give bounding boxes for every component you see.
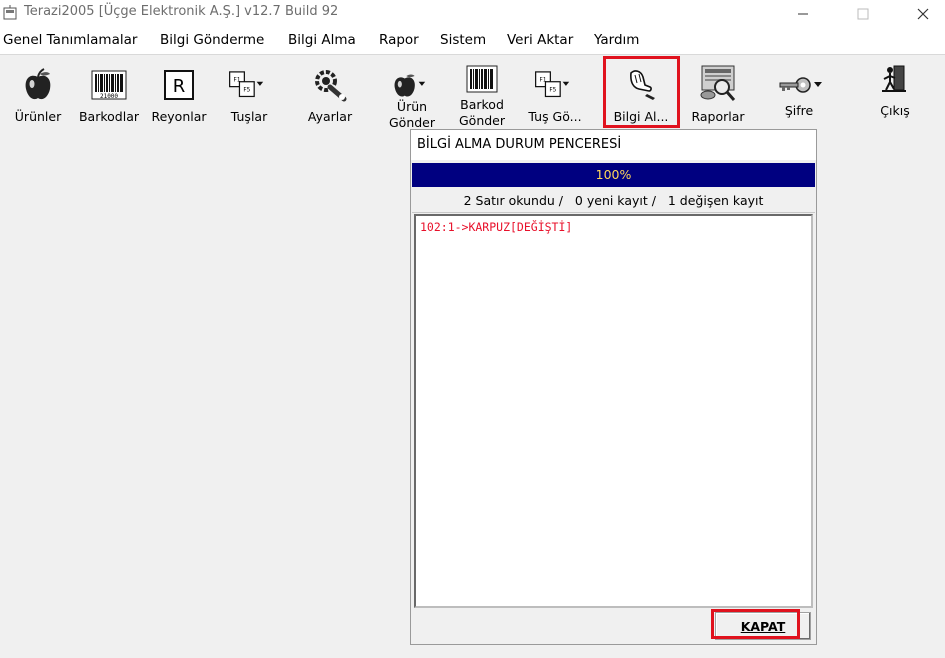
urun-gonder-label-1: Ürün [396, 99, 428, 114]
barkodlar-button[interactable]: 21000 Barkodlar [76, 57, 142, 131]
settings-icon [315, 70, 347, 102]
svg-text:F5: F5 [244, 88, 251, 94]
svg-text:F5: F5 [550, 88, 557, 94]
dialog-title-bar: BİLGİ ALMA DURUM PENCERESİ [411, 130, 816, 160]
log-list: 102:1->KARPUZ[DEĞİŞTİ] [414, 214, 813, 608]
menu-bilgi-alma[interactable]: Bilgi Alma [288, 32, 356, 48]
menu-bar: Genel Tanımlamalar Bilgi Gönderme Bilgi … [0, 28, 945, 55]
bilgi-al-button[interactable]: Bilgi Al... [603, 57, 679, 131]
tuslar-button[interactable]: F1 F5 Tuşlar [217, 57, 281, 131]
menu-veri-aktar[interactable]: Veri Aktar [507, 32, 573, 48]
report-icon [700, 65, 736, 101]
barcode-icon: 21000 [91, 70, 127, 100]
urun-gonder-label-2: Gönder [388, 115, 436, 130]
tus-gonder-button[interactable]: F1 F5 Tuş Gö... [520, 57, 590, 131]
menu-rapor[interactable]: Rapor [379, 32, 419, 48]
exit-icon [882, 65, 906, 92]
minimize-icon [798, 13, 808, 15]
sifre-label: Şifre [784, 103, 814, 118]
close-icon [917, 8, 929, 20]
toolbar: Ürünler 21000 Barkodlar R Reyonlar F1 F5… [0, 55, 945, 133]
tus-gonder-label: Tuş Gö... [528, 109, 582, 124]
reyon-glyph: R [173, 76, 186, 97]
barcode-number: 21000 [100, 93, 118, 100]
urun-gonder-button[interactable]: Ürün Gönder [380, 57, 444, 131]
dialog-title: BİLGİ ALMA DURUM PENCERESİ [417, 137, 622, 152]
barkodlar-label: Barkodlar [78, 109, 140, 124]
urunler-label: Ürünler [14, 109, 62, 124]
progress-bar: 100% [412, 163, 815, 187]
tuslar-label: Tuşlar [230, 109, 268, 124]
progress-label: 100% [595, 167, 632, 182]
hand-icon [630, 70, 655, 100]
bilgi-al-label: Bilgi Al... [613, 109, 669, 124]
keyboard-icon: F1 F5 [535, 71, 570, 98]
menu-genel-tanimlamalar[interactable]: Genel Tanımlamalar [3, 32, 137, 48]
app-icon [3, 5, 17, 20]
ayarlar-button[interactable]: Ayarlar [298, 57, 362, 131]
barkod-gonder-label-1: Barkod [460, 97, 504, 112]
menu-yardim[interactable]: Yardım [594, 32, 639, 48]
maximize-icon [857, 8, 869, 20]
barkod-gonder-label-2: Gönder [458, 113, 506, 128]
menu-bilgi-gonderme[interactable]: Bilgi Gönderme [160, 32, 264, 48]
reyon-icon: R [164, 70, 194, 100]
urunler-button[interactable]: Ürünler [10, 57, 66, 131]
cikis-label: Çıkış [880, 103, 910, 118]
keyboard-icon: F1 F5 [229, 71, 264, 98]
raporlar-label: Raporlar [691, 109, 745, 124]
log-line: 102:1->KARPUZ[DEĞİŞTİ] [420, 220, 573, 234]
apple-icon [394, 74, 426, 97]
status-text: 2 Satır okundu / 0 yeni kayıt / 1 değişe… [412, 190, 815, 213]
cikis-button[interactable]: Çıkış [862, 57, 928, 131]
minimize-button[interactable] [780, 0, 826, 28]
menu-sistem[interactable]: Sistem [440, 32, 486, 48]
sifre-button[interactable]: Şifre [766, 57, 832, 131]
barkod-gonder-button[interactable]: Barkod Gönder [452, 57, 512, 131]
bilgi-alma-dialog: BİLGİ ALMA DURUM PENCERESİ 100% 2 Satır … [410, 129, 817, 645]
window-title: Terazi2005 [Üçge Elektronik A.Ş.] v12.7 … [24, 4, 339, 19]
close-window-button[interactable] [900, 0, 945, 28]
title-bar: Terazi2005 [Üçge Elektronik A.Ş.] v12.7 … [0, 0, 945, 28]
barcode-icon [466, 65, 498, 93]
apple-icon [25, 68, 51, 100]
raporlar-button[interactable]: Raporlar [685, 57, 751, 131]
reyonlar-label: Reyonlar [151, 109, 207, 124]
key-icon [779, 77, 822, 93]
ayarlar-label: Ayarlar [307, 109, 353, 124]
reyonlar-button[interactable]: R Reyonlar [147, 57, 211, 131]
kapat-label: KAPAT [740, 618, 786, 634]
maximize-button[interactable] [840, 0, 886, 28]
kapat-button[interactable]: KAPAT [715, 612, 811, 640]
